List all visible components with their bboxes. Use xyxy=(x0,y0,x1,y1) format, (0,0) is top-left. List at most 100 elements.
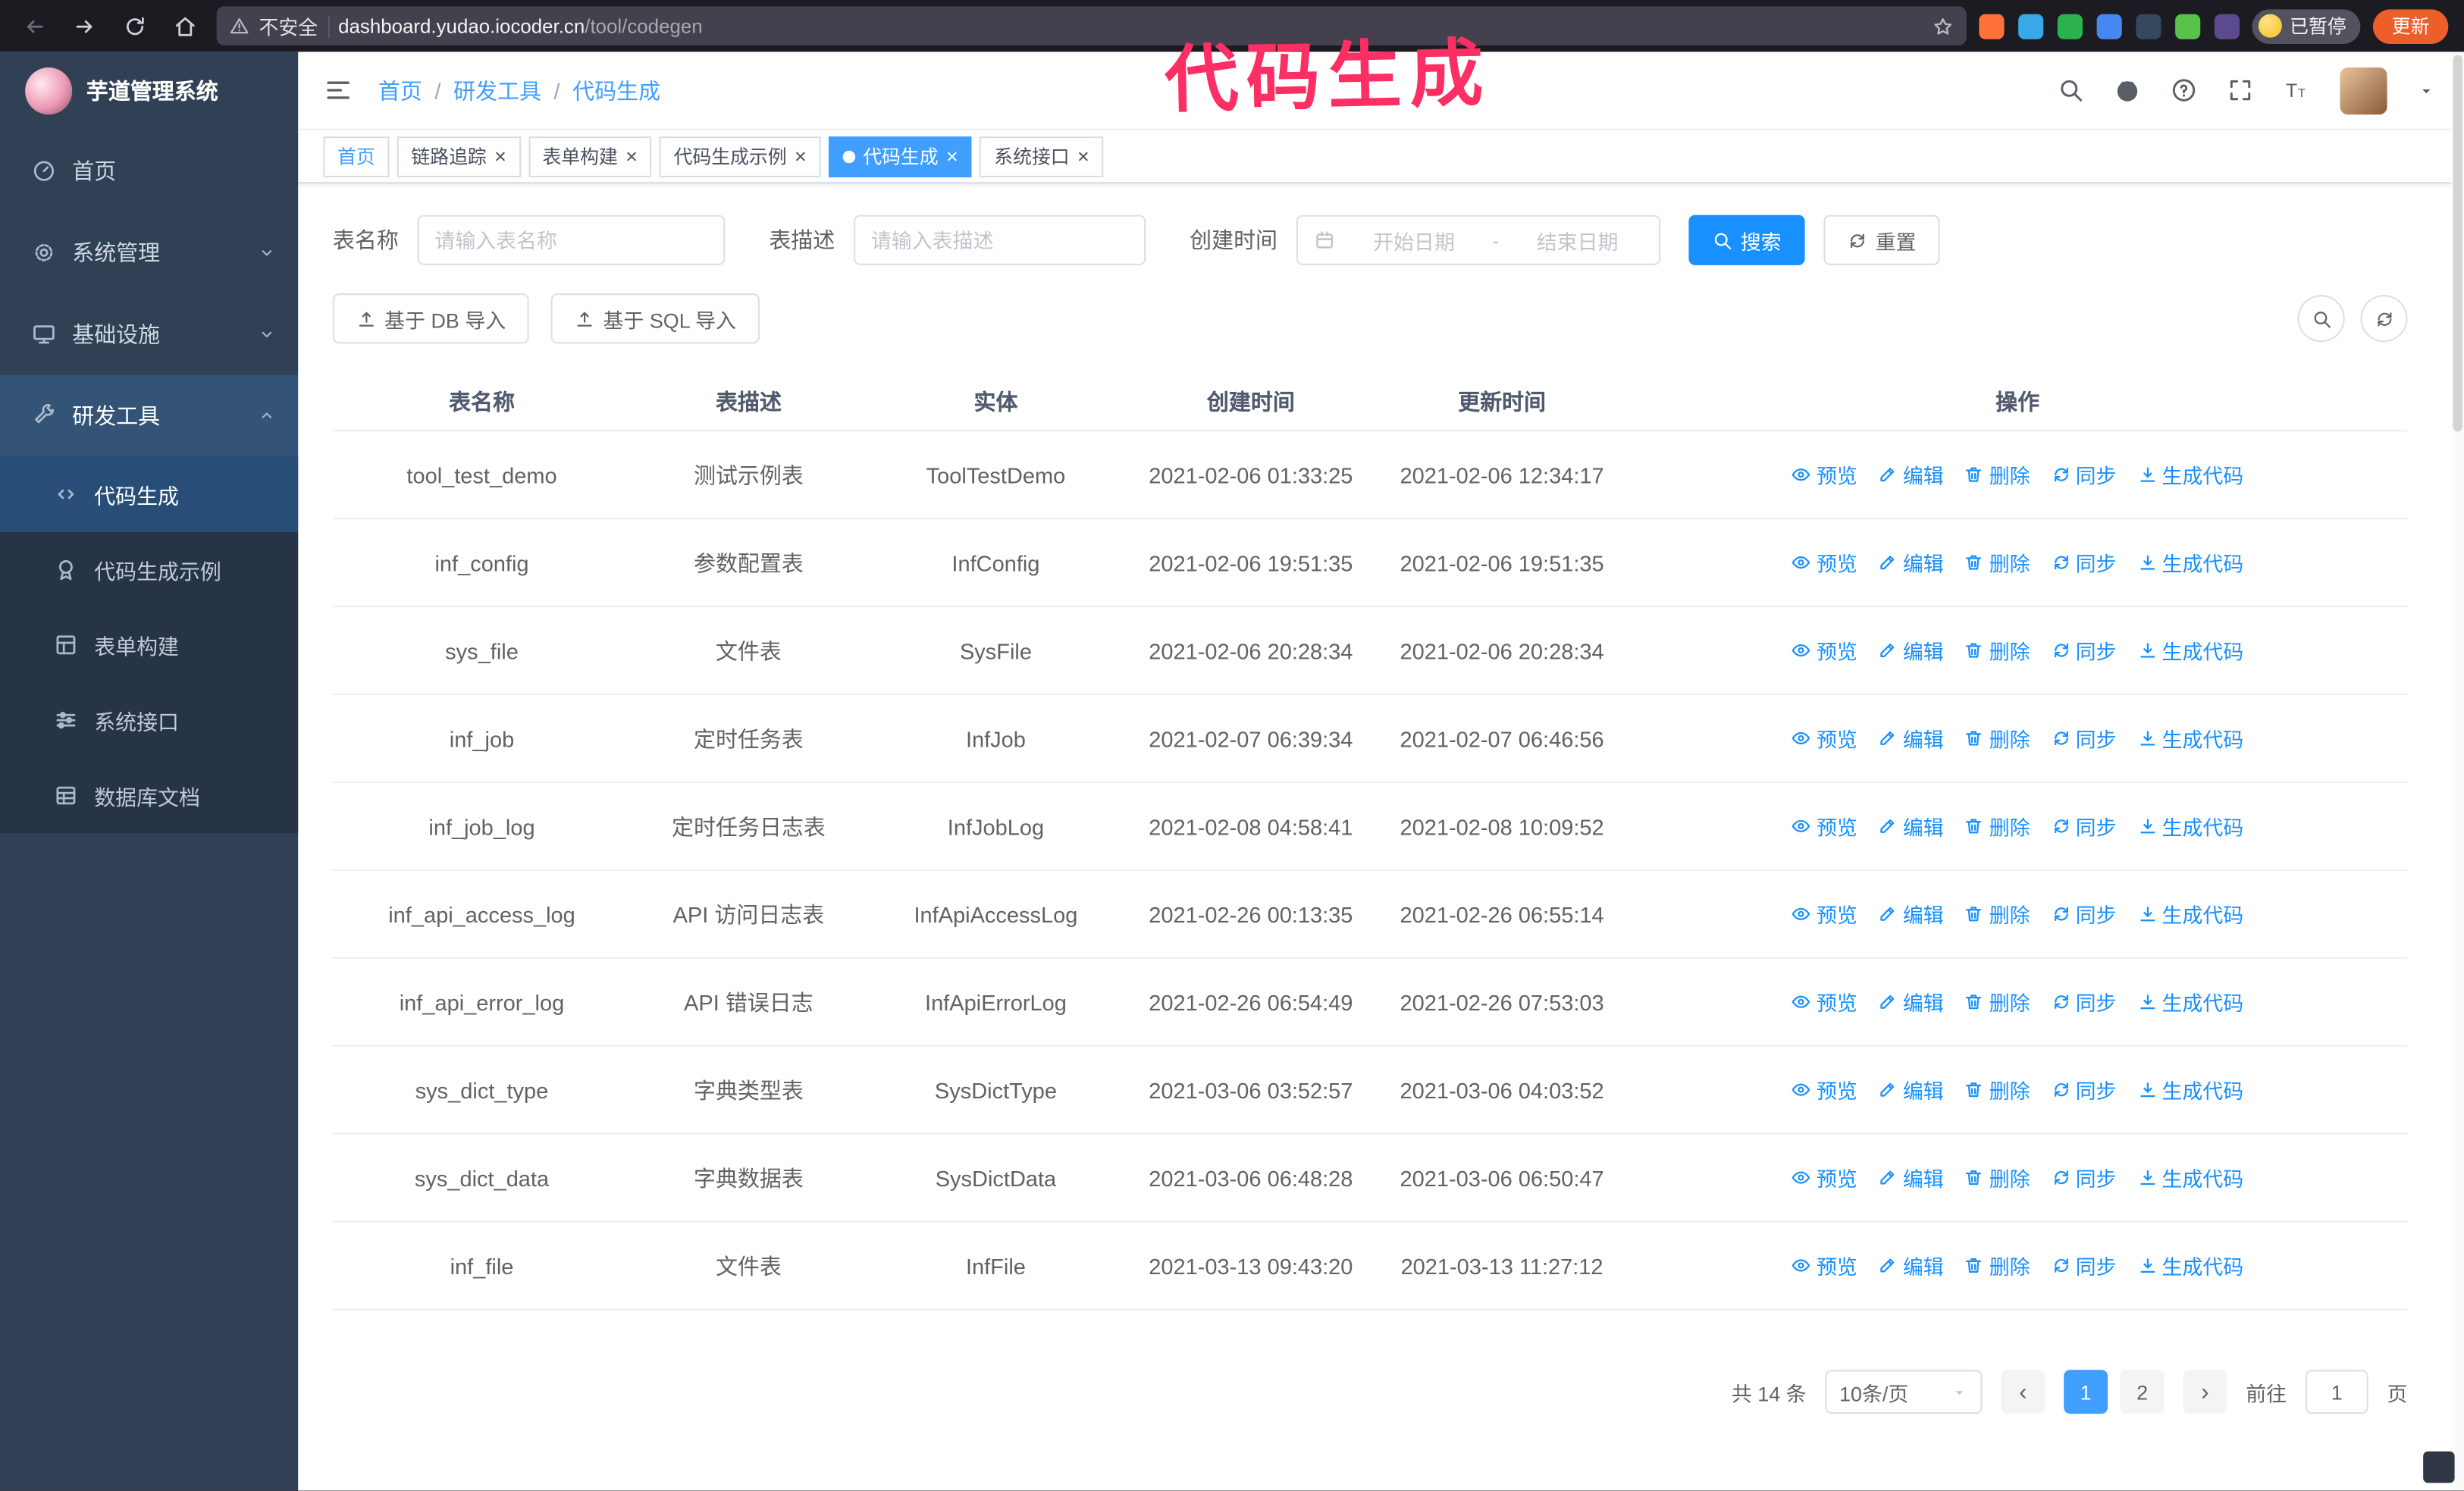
extension-icon[interactable] xyxy=(2136,13,2161,39)
preview-action[interactable]: 预览 xyxy=(1792,460,1857,490)
extension-icon[interactable] xyxy=(2175,13,2201,39)
delete-action[interactable]: 删除 xyxy=(1964,635,2030,665)
delete-action[interactable]: 删除 xyxy=(1964,1075,2030,1104)
reload-icon[interactable] xyxy=(116,7,154,45)
delete-action[interactable]: 删除 xyxy=(1964,547,2030,577)
extension-icon[interactable] xyxy=(1979,13,2005,39)
sidebar-item-infra[interactable]: 基础设施 xyxy=(0,293,298,375)
close-icon[interactable]: × xyxy=(625,146,638,167)
sidebar-item-codegen-example[interactable]: 代码生成示例 xyxy=(0,532,298,607)
generate-code-action[interactable]: 生成代码 xyxy=(2136,1075,2243,1104)
extension-icon[interactable] xyxy=(2096,13,2122,39)
edit-action[interactable]: 编辑 xyxy=(1878,987,1944,1016)
hamburger-icon[interactable] xyxy=(323,75,353,105)
sidebar-item-db-doc[interactable]: 数据库文档 xyxy=(0,758,298,833)
extension-icon[interactable] xyxy=(2214,13,2240,39)
sidebar-item-home[interactable]: 首页 xyxy=(0,130,298,212)
generate-code-action[interactable]: 生成代码 xyxy=(2136,723,2243,753)
preview-action[interactable]: 预览 xyxy=(1792,547,1857,577)
generate-code-action[interactable]: 生成代码 xyxy=(2136,635,2243,665)
preview-action[interactable]: 预览 xyxy=(1792,1251,1857,1280)
edit-action[interactable]: 编辑 xyxy=(1878,899,1944,929)
preview-action[interactable]: 预览 xyxy=(1792,987,1857,1016)
generate-code-action[interactable]: 生成代码 xyxy=(2136,460,2243,490)
edit-action[interactable]: 编辑 xyxy=(1878,460,1944,490)
scrollbar-thumb[interactable] xyxy=(2453,55,2462,432)
user-avatar[interactable] xyxy=(2340,66,2387,114)
breadcrumb-item[interactable]: 代码生成 xyxy=(572,74,660,105)
generate-code-action[interactable]: 生成代码 xyxy=(2136,811,2243,841)
extension-icon[interactable] xyxy=(2018,13,2044,39)
generate-code-action[interactable]: 生成代码 xyxy=(2136,987,2243,1016)
insecure-warning-icon[interactable] xyxy=(229,16,249,36)
help-icon[interactable] xyxy=(2171,77,2197,103)
back-icon[interactable] xyxy=(16,7,54,45)
sync-action[interactable]: 同步 xyxy=(2051,547,2117,577)
sidebar-item-codegen[interactable]: 代码生成 xyxy=(0,456,299,532)
scrollbar[interactable] xyxy=(2451,52,2464,1491)
sync-action[interactable]: 同步 xyxy=(2051,1163,2117,1192)
sidebar-item-form-builder[interactable]: 表单构建 xyxy=(0,607,298,682)
import-sql-button[interactable]: 基于 SQL 导入 xyxy=(551,293,760,344)
tab-tracer[interactable]: 链路追踪 × xyxy=(397,136,521,177)
edit-action[interactable]: 编辑 xyxy=(1878,635,1944,665)
close-icon[interactable]: × xyxy=(946,146,958,167)
delete-action[interactable]: 删除 xyxy=(1964,987,2030,1016)
delete-action[interactable]: 删除 xyxy=(1964,1251,2030,1280)
edit-action[interactable]: 编辑 xyxy=(1878,811,1944,841)
delete-action[interactable]: 删除 xyxy=(1964,460,2030,490)
edit-action[interactable]: 编辑 xyxy=(1878,723,1944,753)
edit-action[interactable]: 编辑 xyxy=(1878,1251,1944,1280)
edit-action[interactable]: 编辑 xyxy=(1878,547,1944,577)
forward-icon[interactable] xyxy=(66,7,104,45)
search-icon[interactable] xyxy=(2058,77,2084,103)
tab-form-builder[interactable]: 表单构建 × xyxy=(528,136,652,177)
next-page-button[interactable]: › xyxy=(2183,1370,2227,1414)
delete-action[interactable]: 删除 xyxy=(1964,723,2030,753)
preview-action[interactable]: 预览 xyxy=(1792,899,1857,929)
delete-action[interactable]: 删除 xyxy=(1964,1163,2030,1192)
sync-action[interactable]: 同步 xyxy=(2051,1075,2117,1104)
table-name-input[interactable] xyxy=(417,215,726,265)
generate-code-action[interactable]: 生成代码 xyxy=(2136,1163,2243,1192)
bookmark-star-icon[interactable] xyxy=(1932,15,1954,37)
refresh-table-button[interactable] xyxy=(2360,295,2408,343)
app-logo[interactable]: 芋道管理系统 xyxy=(0,52,298,130)
preview-action[interactable]: 预览 xyxy=(1792,635,1857,665)
close-icon[interactable]: × xyxy=(1077,146,1089,167)
tab-home[interactable]: 首页 xyxy=(323,136,390,177)
close-icon[interactable]: × xyxy=(795,146,807,167)
sync-action[interactable]: 同步 xyxy=(2051,1251,2117,1280)
sync-action[interactable]: 同步 xyxy=(2051,987,2117,1016)
import-db-button[interactable]: 基于 DB 导入 xyxy=(332,293,530,344)
sync-action[interactable]: 同步 xyxy=(2051,635,2117,665)
sync-action[interactable]: 同步 xyxy=(2051,460,2117,490)
corner-widget[interactable] xyxy=(2423,1451,2455,1483)
toggle-search-button[interactable] xyxy=(2297,295,2345,343)
sync-action[interactable]: 同步 xyxy=(2051,723,2117,753)
extension-icon[interactable] xyxy=(2057,13,2083,39)
preview-action[interactable]: 预览 xyxy=(1792,811,1857,841)
goto-page-input[interactable] xyxy=(2305,1370,2368,1414)
preview-action[interactable]: 预览 xyxy=(1792,723,1857,753)
github-icon[interactable] xyxy=(2114,77,2140,103)
breadcrumb-item[interactable]: 首页 xyxy=(378,74,422,105)
url-bar[interactable]: 不安全 dashboard.yudao.iocoder.cn/tool/code… xyxy=(216,6,1967,46)
sync-action[interactable]: 同步 xyxy=(2051,811,2117,841)
update-button[interactable]: 更新 xyxy=(2372,8,2449,43)
preview-action[interactable]: 预览 xyxy=(1792,1075,1857,1104)
fullscreen-icon[interactable] xyxy=(2227,77,2253,103)
edit-action[interactable]: 编辑 xyxy=(1878,1163,1944,1192)
page-number-1[interactable]: 1 xyxy=(2064,1370,2108,1414)
page-number-2[interactable]: 2 xyxy=(2120,1370,2165,1414)
reset-button[interactable]: 重置 xyxy=(1823,215,1940,265)
generate-code-action[interactable]: 生成代码 xyxy=(2136,899,2243,929)
tab-codegen[interactable]: 代码生成 × xyxy=(828,136,973,177)
page-size-select[interactable]: 10条/页 xyxy=(1825,1370,1983,1414)
edit-action[interactable]: 编辑 xyxy=(1878,1075,1944,1104)
home-icon[interactable] xyxy=(166,7,204,45)
generate-code-action[interactable]: 生成代码 xyxy=(2136,1251,2243,1280)
search-button[interactable]: 搜索 xyxy=(1688,215,1805,265)
prev-page-button[interactable]: ‹ xyxy=(2001,1370,2045,1414)
sidebar-item-devtools[interactable]: 研发工具 xyxy=(0,374,299,457)
